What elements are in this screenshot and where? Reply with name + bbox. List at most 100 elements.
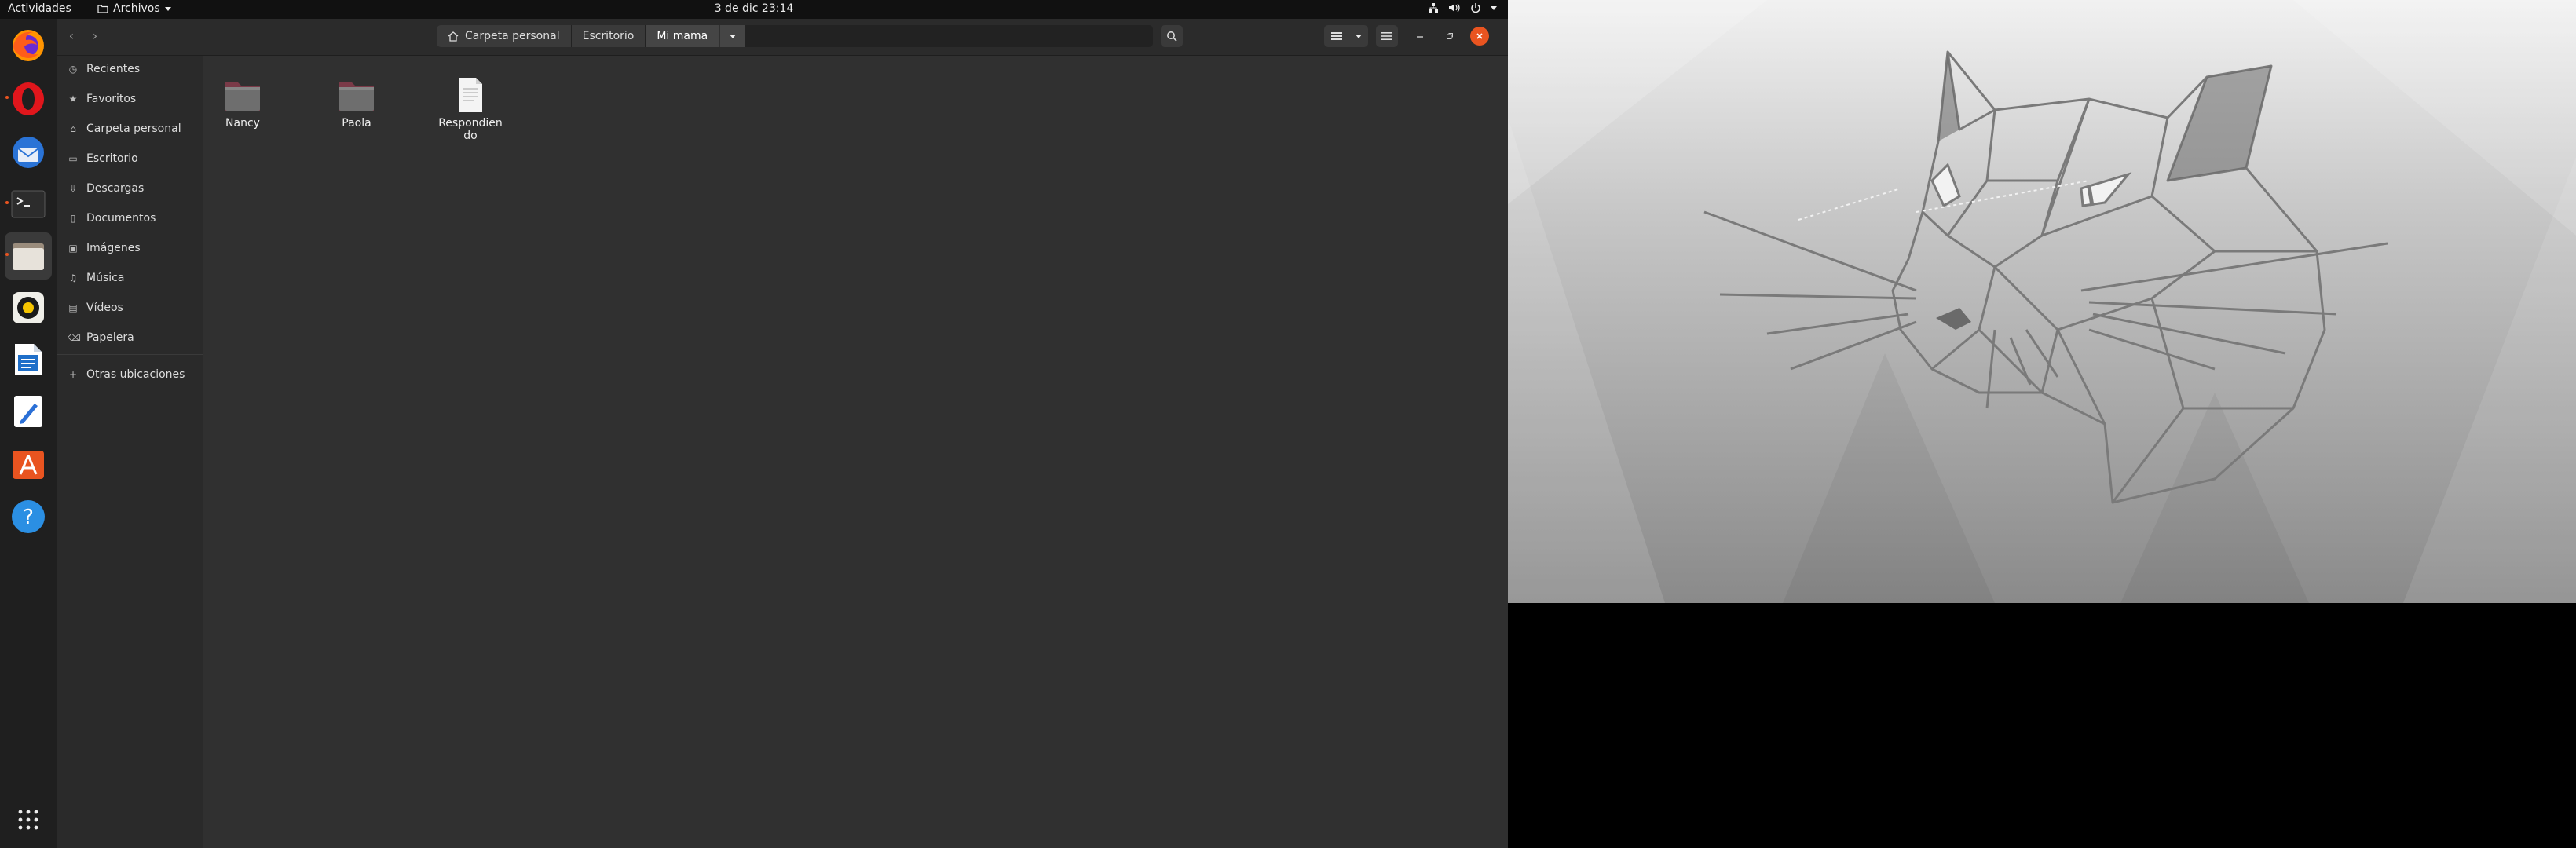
dock-terminal[interactable]	[5, 181, 52, 228]
top-bar: Actividades Archivos 3 de dic 23:14	[0, 0, 1508, 19]
rhythmbox-icon	[13, 292, 44, 323]
empty-display-area	[1508, 603, 2576, 848]
dock-help[interactable]: ?	[5, 493, 52, 540]
download-icon: ⇩	[68, 183, 78, 194]
chevron-down-icon	[1491, 5, 1497, 10]
chevron-down-icon	[730, 34, 737, 38]
firefox-icon	[13, 30, 44, 61]
sidebar-item-favoritos[interactable]: ★ Favoritos	[57, 86, 203, 112]
sidebar-item-documentos[interactable]: ▯ Documentos	[57, 205, 203, 232]
plus-icon: +	[68, 369, 78, 380]
file-name: Nancy	[225, 117, 260, 130]
sidebar-item-label: Otras ubicaciones	[86, 368, 185, 381]
sidebar-item-label: Imágenes	[86, 242, 141, 254]
power-icon	[1471, 3, 1480, 13]
document-icon	[452, 78, 489, 112]
app-menu[interactable]: Archivos	[97, 2, 171, 15]
network-icon	[1429, 3, 1438, 13]
text-editor-icon	[14, 396, 42, 427]
search-button[interactable]	[1161, 25, 1183, 47]
wallpaper-image	[1508, 0, 2576, 603]
chevron-down-icon	[1355, 34, 1362, 38]
dock-rhythmbox[interactable]	[5, 284, 52, 331]
crumb-home[interactable]: Carpeta personal	[437, 25, 572, 47]
activities-button[interactable]: Actividades	[8, 2, 71, 15]
sidebar-item-papelera[interactable]: ⌫ Papelera	[57, 324, 203, 351]
hamburger-icon	[1381, 32, 1392, 40]
minimize-button[interactable]	[1411, 27, 1429, 46]
clock[interactable]: 3 de dic 23:14	[715, 2, 794, 15]
minimize-icon	[1417, 36, 1423, 38]
main-menu-button[interactable]	[1376, 25, 1398, 47]
dock-opera[interactable]	[5, 75, 52, 122]
dock-thunderbird[interactable]	[5, 129, 52, 176]
forward-button[interactable]: ›	[85, 26, 105, 46]
file-manager-window: ‹ › Carpeta personal Escritorio Mi mama	[57, 19, 1508, 848]
sidebar-item-descargas[interactable]: ⇩ Descargas	[57, 175, 203, 202]
help-icon: ?	[12, 500, 45, 533]
places-sidebar: ◷ Recientes ★ Favoritos ⌂ Carpeta personal …	[57, 56, 203, 848]
crumb-label: Carpeta personal	[465, 30, 560, 42]
software-center-icon	[13, 451, 44, 479]
sidebar-item-carpeta-personal[interactable]: ⌂ Carpeta personal	[57, 115, 203, 142]
file-item-document[interactable]: Respondien do	[431, 78, 510, 142]
sidebar-separator	[57, 354, 203, 355]
desktop-wallpaper	[1508, 0, 2576, 603]
videos-icon: ▤	[68, 302, 78, 313]
opera-icon	[13, 82, 44, 115]
star-icon: ★	[68, 93, 78, 104]
sidebar-item-label: Descargas	[86, 182, 145, 195]
file-item-folder[interactable]: Paola	[317, 78, 396, 130]
restore-icon	[1447, 33, 1453, 39]
crumb-label: Mi mama	[657, 30, 708, 42]
dock-software[interactable]	[5, 440, 52, 487]
sidebar-item-recientes[interactable]: ◷ Recientes	[57, 56, 203, 82]
terminal-icon	[11, 190, 46, 218]
sidebar-item-label: Papelera	[86, 331, 134, 344]
back-button[interactable]: ‹	[61, 26, 82, 46]
thunderbird-icon	[13, 137, 44, 168]
close-button[interactable]	[1470, 27, 1489, 46]
dock-firefox[interactable]	[5, 22, 52, 69]
sidebar-item-label: Carpeta personal	[86, 122, 181, 135]
dock-writer[interactable]	[5, 336, 52, 383]
path-menu-button[interactable]	[719, 25, 746, 47]
dock-text-editor[interactable]	[5, 388, 52, 435]
sidebar-item-label: Vídeos	[86, 302, 123, 314]
list-view-icon	[1330, 32, 1342, 40]
sidebar-item-otras-ubicaciones[interactable]: + Otras ubicaciones	[57, 361, 203, 388]
volume-icon	[1449, 3, 1460, 13]
maximize-button[interactable]	[1440, 27, 1459, 46]
app-menu-label: Archivos	[113, 2, 160, 15]
folder-icon	[224, 78, 262, 112]
close-icon	[1476, 33, 1483, 39]
dock-files[interactable]	[5, 232, 52, 280]
sidebar-item-label: Escritorio	[86, 152, 138, 165]
home-icon: ⌂	[70, 123, 76, 134]
sidebar-item-label: Música	[86, 272, 125, 284]
file-view[interactable]: Nancy Paola Respondien do	[203, 56, 1508, 848]
file-item-folder[interactable]: Nancy	[203, 78, 282, 130]
file-name: Paola	[342, 117, 371, 130]
trash-icon: ⌫	[68, 332, 81, 343]
desktop-icon: ▭	[68, 153, 78, 164]
search-icon	[1167, 31, 1177, 42]
crumb-escritorio[interactable]: Escritorio	[571, 25, 646, 47]
view-toggle[interactable]	[1324, 25, 1368, 47]
pictures-icon: ▣	[68, 243, 78, 254]
folder-icon	[97, 5, 108, 13]
dock: ?	[0, 19, 57, 848]
sidebar-item-videos[interactable]: ▤ Vídeos	[57, 294, 203, 321]
clock-icon: ◷	[68, 64, 78, 75]
sidebar-item-musica[interactable]: ♫ Música	[57, 265, 203, 291]
crumb-current[interactable]: Mi mama	[646, 25, 720, 47]
show-apps-button[interactable]	[5, 796, 52, 843]
svg-text:?: ?	[23, 506, 34, 529]
folder-icon	[338, 78, 375, 112]
sidebar-item-imagenes[interactable]: ▣ Imágenes	[57, 235, 203, 261]
system-tray[interactable]	[1428, 2, 1497, 13]
file-name: Respondien do	[438, 117, 503, 142]
path-bar: Carpeta personal Escritorio Mi mama	[437, 25, 1153, 47]
documents-icon: ▯	[70, 213, 76, 224]
sidebar-item-escritorio[interactable]: ▭ Escritorio	[57, 145, 203, 172]
